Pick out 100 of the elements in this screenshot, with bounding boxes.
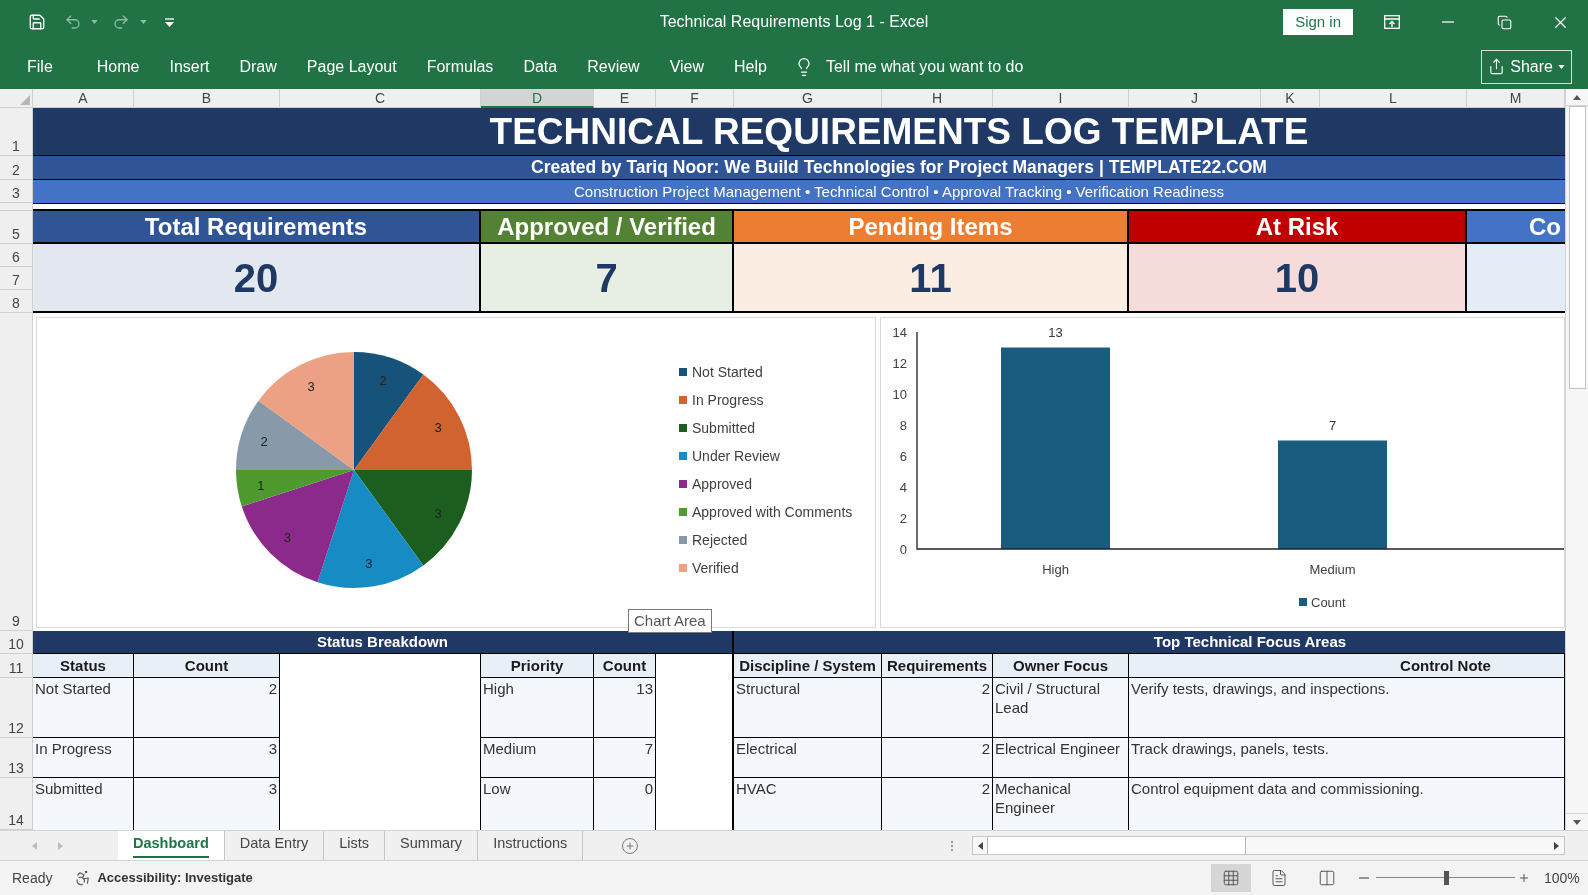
table-cell: Verify tests, drawings, and inspections. bbox=[1129, 678, 1565, 738]
ribbon-tab[interactable]: Review bbox=[572, 50, 655, 83]
row-header[interactable]: 5 bbox=[0, 211, 33, 244]
table-cell: Not Started bbox=[33, 678, 134, 738]
vertical-scrollbar[interactable] bbox=[1565, 89, 1588, 830]
ribbon-tab[interactable]: Formulas bbox=[411, 50, 509, 83]
caret-left-icon bbox=[31, 841, 37, 850]
zoom-slider-thumb[interactable] bbox=[1443, 871, 1449, 885]
zoom-level-button[interactable]: 100% bbox=[1544, 867, 1582, 889]
table-cell: 2 bbox=[134, 678, 280, 738]
table-cell: Low bbox=[481, 778, 594, 830]
ribbon-tab[interactable]: Insert bbox=[154, 50, 225, 83]
column-header[interactable]: E bbox=[594, 89, 656, 108]
row-header[interactable]: 7 bbox=[0, 267, 33, 290]
row-header[interactable] bbox=[0, 203, 33, 211]
scrollbar-thumb[interactable] bbox=[987, 837, 1246, 854]
ribbon-tab[interactable]: Data bbox=[508, 50, 573, 83]
tell-me-search[interactable]: Tell me what you want to do bbox=[793, 50, 1024, 83]
data-label: 7 bbox=[1328, 417, 1337, 433]
axis-tick-label: 0 bbox=[899, 542, 907, 557]
triangle-right-icon bbox=[1553, 841, 1559, 850]
column-header[interactable]: F bbox=[656, 89, 734, 108]
row-header[interactable]: 10 bbox=[0, 631, 33, 654]
table-cell: Electrical Engineer bbox=[993, 738, 1129, 778]
row-header[interactable]: 9 bbox=[0, 313, 33, 631]
ribbon-tab[interactable]: Draw bbox=[224, 50, 292, 83]
axis-tick-label: 12 bbox=[892, 356, 907, 371]
row-header[interactable]: 12 bbox=[0, 678, 33, 738]
row-header[interactable]: 13 bbox=[0, 738, 33, 778]
ribbon-tab[interactable]: Home bbox=[81, 50, 155, 83]
axis-tick-label: 6 bbox=[899, 449, 907, 464]
data-label: 3 bbox=[307, 378, 315, 394]
column-header[interactable]: J bbox=[1129, 89, 1261, 108]
sign-in-button[interactable]: Sign in bbox=[1283, 9, 1353, 35]
column-header[interactable]: A bbox=[33, 89, 134, 108]
triangle-left-icon bbox=[977, 841, 983, 850]
kpi-value: 11 bbox=[734, 244, 1129, 313]
ribbon-tab[interactable]: View bbox=[654, 50, 720, 83]
plus-circle-icon bbox=[621, 836, 640, 855]
section-title: Status Breakdown bbox=[33, 631, 734, 654]
column-header[interactable]: K bbox=[1261, 89, 1320, 108]
row-header[interactable]: 2 bbox=[0, 156, 33, 180]
restore-icon bbox=[1496, 14, 1512, 30]
column-header[interactable]: L bbox=[1320, 89, 1467, 108]
corner-triangle-icon bbox=[20, 95, 30, 105]
data-label: 3 bbox=[365, 556, 373, 572]
table-cell: Electrical bbox=[734, 738, 882, 778]
customize-caret-icon bbox=[165, 17, 174, 27]
column-header[interactable]: H bbox=[882, 89, 993, 108]
horizontal-scrollbar[interactable] bbox=[972, 836, 1565, 855]
kpi-header: Total Requirements bbox=[33, 211, 481, 244]
bar-chart[interactable]: 0 2 4 6 8 10 12 14 13 7 High Medium Count bbox=[880, 317, 1565, 628]
section-title: Top Technical Focus Areas bbox=[734, 631, 1565, 654]
row-header[interactable]: 1 bbox=[0, 108, 33, 156]
ribbon-tab[interactable]: Page Layout bbox=[291, 50, 412, 83]
banner-subtitle: Created by Tariq Noor: We Build Technologies for Project Managers | TEMPLATE22.COM bbox=[33, 156, 1565, 180]
row-header[interactable]: 8 bbox=[0, 290, 33, 313]
share-button[interactable]: Share bbox=[1481, 49, 1572, 84]
scrollbar-thumb[interactable] bbox=[1568, 106, 1586, 389]
data-label: 3 bbox=[434, 505, 442, 521]
kpi-header: Co bbox=[1467, 211, 1565, 244]
column-header[interactable]: M bbox=[1467, 89, 1565, 108]
row-header[interactable]: 3 bbox=[0, 180, 33, 203]
ribbon-tab[interactable]: Help bbox=[719, 50, 782, 83]
accessibility-button[interactable]: Accessibility: Investigate bbox=[74, 868, 253, 888]
column-heading: Count bbox=[594, 654, 656, 678]
redo-icon bbox=[112, 13, 130, 31]
kpi-header: Approved / Verified bbox=[481, 211, 734, 244]
table-cell: Structural bbox=[734, 678, 882, 738]
kpi-value: 10 bbox=[1129, 244, 1467, 313]
grid-icon bbox=[1222, 869, 1240, 887]
column-header[interactable]: B bbox=[134, 89, 280, 108]
table-cell: 3 bbox=[134, 778, 280, 830]
column-header[interactable]: D bbox=[481, 89, 594, 108]
column-header[interactable]: I bbox=[993, 89, 1129, 108]
column-header[interactable]: G bbox=[734, 89, 882, 108]
axis-label: High bbox=[1042, 562, 1069, 577]
view-button[interactable] bbox=[1211, 864, 1251, 892]
legend-swatch-icon bbox=[679, 424, 687, 432]
sheet-tab[interactable]: Dashboard bbox=[118, 831, 225, 860]
legend-label: Approved with Comments bbox=[692, 502, 853, 522]
table-cell: In Progress bbox=[33, 738, 134, 778]
column-heading: Owner Focus bbox=[993, 654, 1129, 678]
row-header[interactable]: 11 bbox=[0, 654, 33, 678]
column-header[interactable]: C bbox=[280, 89, 481, 108]
select-all-corner[interactable] bbox=[0, 89, 33, 108]
axis-label: Medium bbox=[1309, 562, 1356, 577]
column-heading: Status bbox=[33, 654, 134, 678]
table-cell: 2 bbox=[882, 738, 993, 778]
row-header[interactable]: 6 bbox=[0, 244, 33, 267]
column-heading: Requirements bbox=[882, 654, 993, 678]
row-header[interactable]: 14 bbox=[0, 778, 33, 830]
caret-icon bbox=[1558, 64, 1565, 69]
ribbon-tab[interactable]: File bbox=[12, 50, 68, 83]
caret-icon bbox=[140, 20, 147, 24]
legend-swatch-icon bbox=[679, 480, 687, 488]
table-cell: 13 bbox=[594, 678, 656, 738]
table-cell: 2 bbox=[882, 778, 993, 830]
legend-label: Submitted bbox=[692, 418, 756, 438]
data-label: 2 bbox=[379, 373, 387, 389]
